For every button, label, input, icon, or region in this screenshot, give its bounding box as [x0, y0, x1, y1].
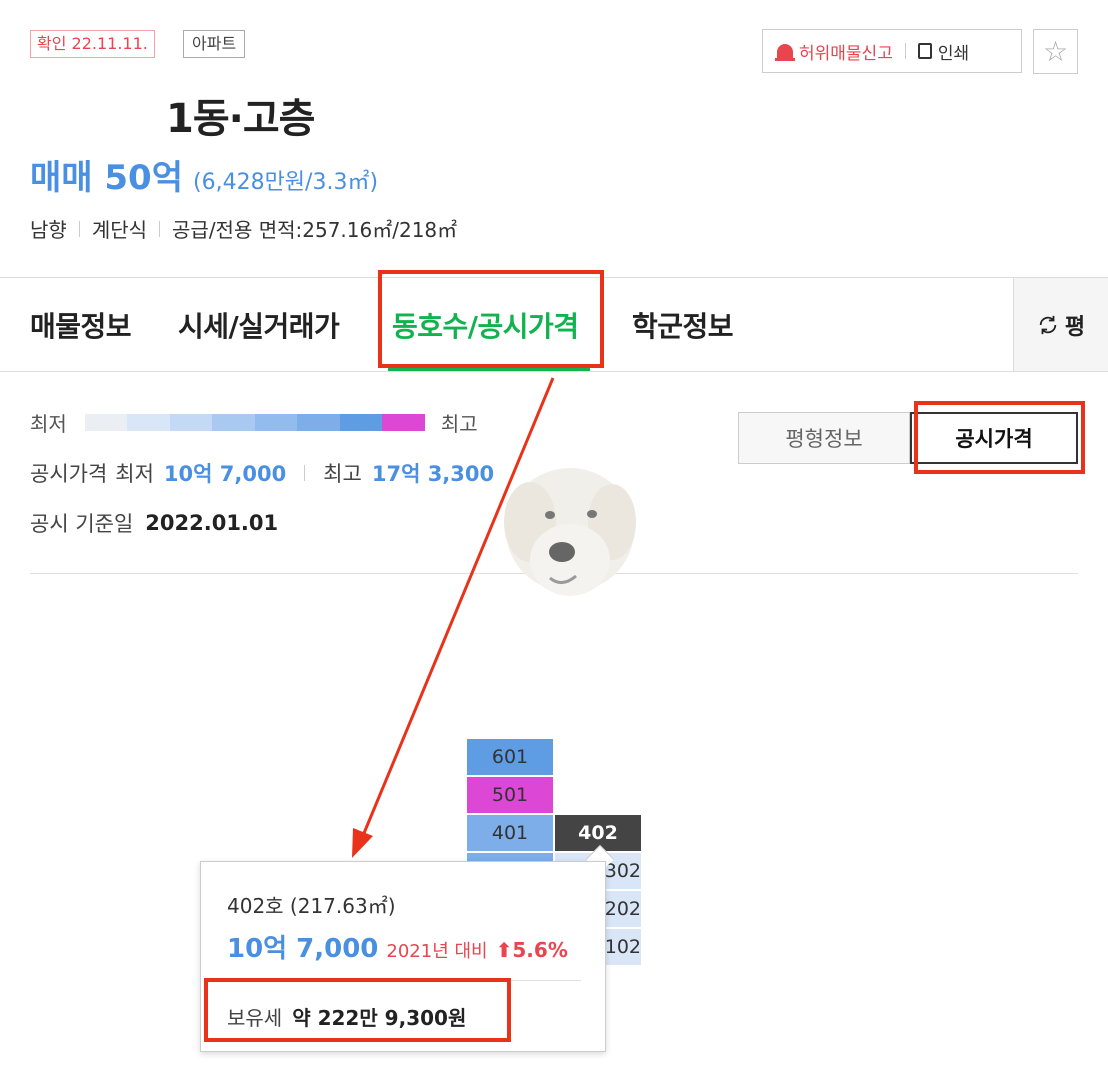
unit-cell[interactable]: 401 — [467, 815, 553, 851]
popup-official-price: 10억 7,000 — [227, 934, 379, 964]
popup-rate-value: 5.6% — [512, 938, 568, 962]
unit-cell[interactable]: 601 — [467, 739, 553, 775]
popup-holding-tax: 보유세 약 222만 9,300원 — [227, 1002, 466, 1031]
popup-price-row: 10억 7,000 2021년 대비 ⬆5.6% — [227, 928, 568, 965]
popup-unit-info: 402호 (217.63㎡) — [227, 894, 396, 918]
popup-change-rate: ⬆5.6% — [496, 938, 568, 962]
popup-compare-label: 2021년 대비 — [386, 941, 488, 962]
popup-tax-value: 약 222만 9,300원 — [292, 1006, 467, 1030]
unit-cell[interactable]: 501 — [467, 777, 553, 813]
unit-price-popup: 402호 (217.63㎡) 10억 7,000 2021년 대비 ⬆5.6% … — [200, 861, 606, 1052]
popup-divider — [227, 980, 581, 981]
popup-tax-label: 보유세 — [227, 1006, 283, 1030]
arrow-up-icon: ⬆ — [495, 938, 513, 962]
